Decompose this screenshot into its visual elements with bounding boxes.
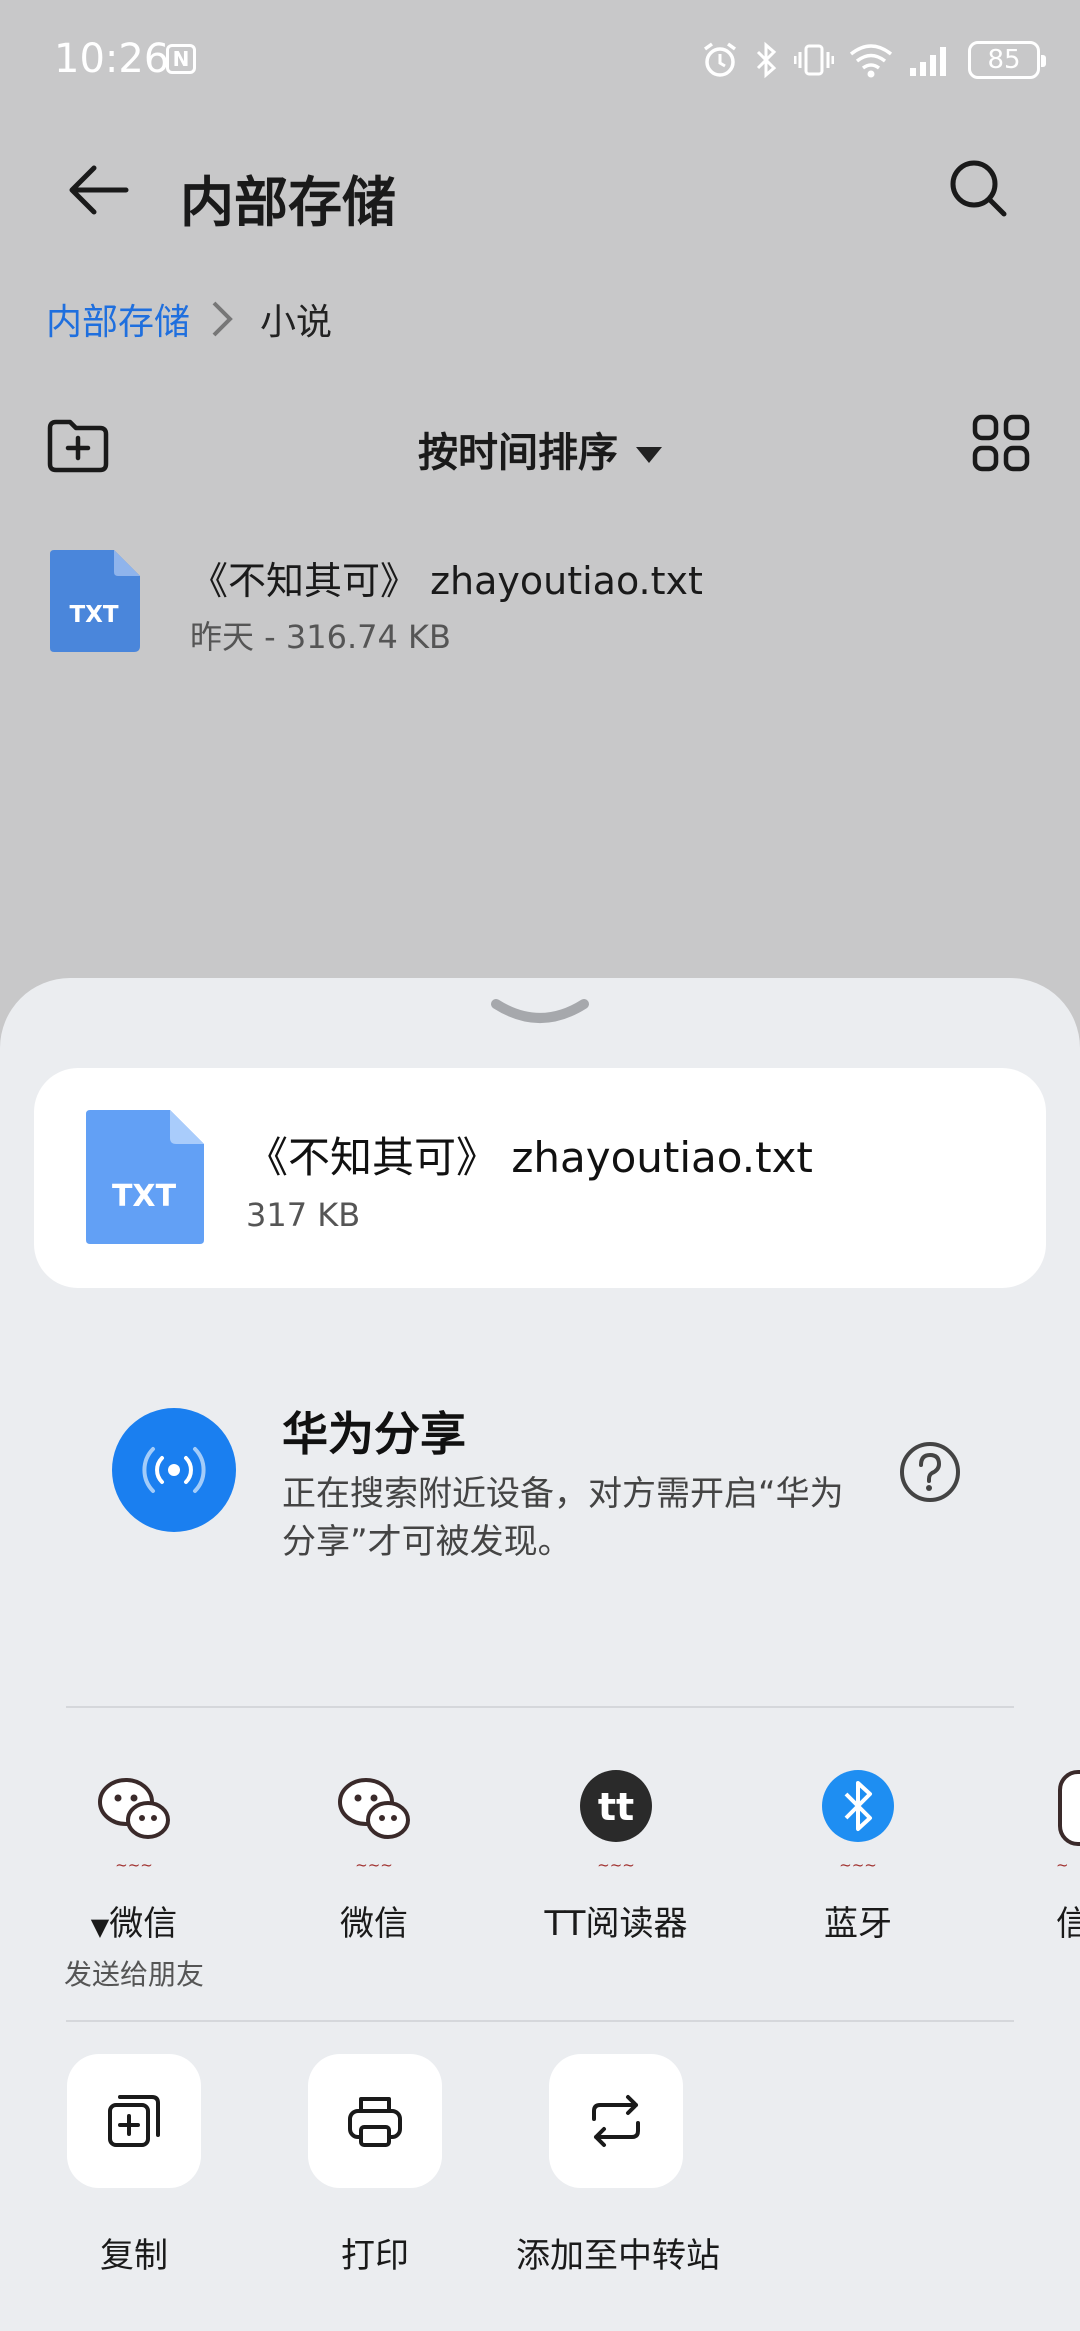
battery-icon: 85 bbox=[968, 41, 1046, 79]
signal-icon bbox=[910, 47, 946, 76]
txt-file-icon: TXT bbox=[86, 1110, 204, 1244]
divider bbox=[66, 1706, 1014, 1708]
share-actions: 复制 打印 添加至中转站 bbox=[0, 2054, 1080, 2277]
divider bbox=[66, 2020, 1014, 2022]
app-caption-stamp: ~~~ bbox=[839, 1856, 877, 1874]
shared-file-name: 《不知其可》 zhayoutiao.txt bbox=[246, 1133, 813, 1182]
print-tile[interactable] bbox=[308, 2054, 442, 2188]
copy-action[interactable]: 复制 bbox=[34, 2054, 234, 2277]
app-sublabel: 发送给朋友 bbox=[63, 1958, 204, 1991]
status-bar: 10:26 N 85 bbox=[0, 0, 1080, 120]
app-label: 微信 bbox=[109, 1904, 178, 1944]
breadcrumb-root[interactable]: 内部存储 bbox=[46, 293, 190, 345]
share-app-wechat[interactable]: ~~~ 微信 bbox=[254, 1768, 494, 1945]
shared-file-card: TXT 《不知其可》 zhayoutiao.txt 317 KB bbox=[34, 1068, 1046, 1288]
help-icon[interactable] bbox=[898, 1440, 962, 1504]
print-action[interactable]: 打印 bbox=[275, 2054, 475, 2277]
sort-dropdown[interactable]: 按时间排序 bbox=[0, 420, 1080, 478]
vibrate-icon bbox=[794, 44, 834, 76]
app-label: TT阅读器 bbox=[544, 1904, 688, 1944]
pin-icon: ▼ bbox=[90, 1913, 110, 1941]
partial-app-icon bbox=[1058, 1770, 1080, 1846]
file-name: 《不知其可》 zhayoutiao.txt bbox=[190, 559, 703, 603]
nfc-icon: N bbox=[166, 44, 196, 74]
app-label: 蓝牙 bbox=[824, 1904, 892, 1944]
file-meta: 昨天 - 316.74 KB bbox=[190, 618, 451, 656]
huawei-share-title: 华为分享 bbox=[282, 1407, 466, 1461]
copy-icon bbox=[108, 2095, 160, 2147]
bluetooth-status-icon bbox=[756, 41, 777, 79]
status-icons: 85 bbox=[700, 36, 1046, 84]
transfer-station-icon bbox=[592, 2095, 640, 2147]
share-app-tt-reader[interactable]: tt ~~~ TT阅读器 bbox=[496, 1768, 736, 1945]
app-label: 信 bbox=[1056, 1904, 1080, 1944]
share-app-bluetooth[interactable]: ~~~ 蓝牙 bbox=[738, 1768, 978, 1945]
wechat-icon bbox=[338, 1778, 410, 1839]
action-label: 打印 bbox=[341, 2236, 409, 2276]
share-app-list: ~~~ ▼微信 发送给朋友 ~~~ 微信 tt ~~~ TT阅读器 ~~~ 蓝牙… bbox=[0, 1768, 1080, 2018]
dropdown-arrow-icon bbox=[636, 447, 662, 463]
app-caption-stamp: ~~~ bbox=[355, 1856, 393, 1874]
copy-tile[interactable] bbox=[67, 2054, 201, 2188]
file-list-item[interactable]: TXT 《不知其可》 zhayoutiao.txt 昨天 - 316.74 KB bbox=[0, 540, 1080, 670]
shared-file-size: 317 KB bbox=[246, 1196, 361, 1234]
app-caption-stamp: ~~~ bbox=[115, 1856, 153, 1874]
print-icon bbox=[348, 2097, 402, 2147]
app-label: 微信 bbox=[340, 1904, 408, 1944]
alarm-icon bbox=[703, 42, 737, 77]
app-caption-stamp: ~~~ bbox=[597, 1856, 635, 1874]
txt-file-icon: TXT bbox=[50, 550, 140, 652]
status-time: 10:26 bbox=[54, 36, 170, 82]
transfer-station-tile[interactable] bbox=[549, 2054, 683, 2188]
share-app-wechat-pinned[interactable]: ~~~ ▼微信 发送给朋友 bbox=[14, 1768, 254, 1993]
share-app-partial[interactable]: ~ 信 bbox=[1056, 1768, 1080, 1945]
chevron-right-icon bbox=[212, 301, 233, 337]
back-arrow-icon[interactable] bbox=[64, 160, 134, 220]
breadcrumb: 内部存储 小说 bbox=[46, 294, 332, 344]
huawei-share-icon bbox=[112, 1408, 236, 1532]
bluetooth-icon bbox=[822, 1770, 894, 1842]
file-toolbar: 按时间排序 bbox=[0, 410, 1080, 480]
battery-level: 85 bbox=[987, 45, 1021, 75]
search-icon[interactable] bbox=[946, 156, 1010, 220]
grid-view-icon[interactable] bbox=[972, 414, 1030, 472]
transfer-station-action[interactable]: 添加至中转站 bbox=[516, 2054, 720, 2277]
huawei-share-description: 正在搜索附近设备，对方需开启“华为分享”才可被发现。 bbox=[282, 1474, 844, 1562]
action-label: 复制 bbox=[100, 2236, 168, 2276]
wechat-icon bbox=[98, 1778, 170, 1839]
breadcrumb-current: 小说 bbox=[260, 302, 333, 343]
sort-label: 按时间排序 bbox=[418, 430, 618, 476]
share-sheet: TXT 《不知其可》 zhayoutiao.txt 317 KB 华为分享 正在… bbox=[0, 978, 1080, 2331]
huawei-share-section[interactable]: 华为分享 正在搜索附近设备，对方需开启“华为分享”才可被发现。 bbox=[0, 1398, 1080, 1598]
card-thumb-label: TXT bbox=[112, 1179, 177, 1214]
app-caption-stamp: ~ bbox=[1056, 1856, 1069, 1874]
wifi-icon bbox=[849, 44, 893, 78]
svg-text:tt: tt bbox=[598, 1785, 634, 1829]
page-title: 内部存储 bbox=[180, 171, 396, 234]
collapse-chevron-icon[interactable] bbox=[490, 996, 590, 1032]
file-thumb-label: TXT bbox=[69, 602, 118, 628]
tt-reader-icon: tt bbox=[580, 1770, 652, 1842]
action-label: 添加至中转站 bbox=[516, 2236, 720, 2276]
